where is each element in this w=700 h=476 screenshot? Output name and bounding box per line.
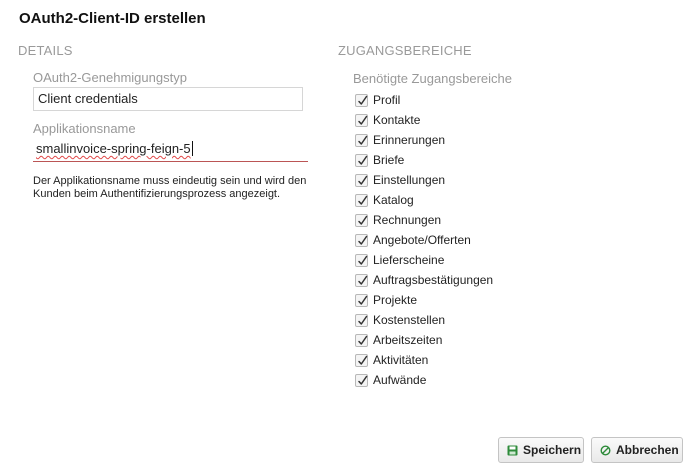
scope-checkbox[interactable] xyxy=(355,93,368,107)
grant-type-field[interactable]: Client credentials xyxy=(33,87,303,111)
checkmark-icon xyxy=(358,315,368,325)
save-button-label: Speichern xyxy=(523,443,582,457)
scope-label: Erinnerungen xyxy=(373,133,446,147)
app-name-input[interactable]: smallinvoice-spring-feign-5 xyxy=(33,138,308,162)
scope-item[interactable]: Lieferscheine xyxy=(355,250,493,270)
checkmark-icon xyxy=(358,355,368,365)
scope-item[interactable]: Kontakte xyxy=(355,110,493,130)
checkmark-icon xyxy=(358,375,368,385)
checkmark-icon xyxy=(358,175,368,185)
scope-checkbox[interactable] xyxy=(355,293,368,307)
scope-item[interactable]: Briefe xyxy=(355,150,493,170)
scope-label: Angebote/Offerten xyxy=(373,233,471,247)
grant-type-value: Client credentials xyxy=(38,91,138,106)
scope-checkbox[interactable] xyxy=(355,233,368,247)
scope-label: Aufwände xyxy=(373,373,427,387)
scope-item[interactable]: Profil xyxy=(355,90,493,110)
dialog-title: OAuth2-Client-ID erstellen xyxy=(19,10,206,27)
scope-item[interactable]: Aktivitäten xyxy=(355,350,493,370)
scope-checkbox[interactable] xyxy=(355,133,368,147)
scope-label: Kontakte xyxy=(373,113,421,127)
scope-item[interactable]: Projekte xyxy=(355,290,493,310)
cancel-icon xyxy=(600,444,611,456)
scope-item[interactable]: Aufwände xyxy=(355,370,493,390)
app-name-help-text: Der Applikationsname muss eindeutig sein… xyxy=(33,175,307,200)
scope-label: Arbeitszeiten xyxy=(373,333,443,347)
app-name-value: smallinvoice-spring-feign-5 xyxy=(36,141,191,156)
checkmark-icon xyxy=(358,195,368,205)
scope-label: Briefe xyxy=(373,153,405,167)
checkmark-icon xyxy=(358,95,368,105)
save-button[interactable]: Speichern xyxy=(498,437,584,463)
scope-label: Auftragsbestätigungen xyxy=(373,273,494,287)
scope-checkbox[interactable] xyxy=(355,173,368,187)
scope-item[interactable]: Erinnerungen xyxy=(355,130,493,150)
scope-item[interactable]: Auftragsbestätigungen xyxy=(355,270,493,290)
checkmark-icon xyxy=(358,255,368,265)
save-icon xyxy=(507,445,518,456)
checkmark-icon xyxy=(358,155,368,165)
checkmark-icon xyxy=(358,135,368,145)
scope-checkbox[interactable] xyxy=(355,213,368,227)
checkmark-icon xyxy=(358,215,368,225)
details-heading: DETAILS xyxy=(18,43,73,58)
cancel-button-label: Abbrechen xyxy=(616,443,679,457)
scope-checkbox[interactable] xyxy=(355,153,368,167)
scope-label: Profil xyxy=(373,93,401,107)
scope-checkbox[interactable] xyxy=(355,313,368,327)
checkmark-icon xyxy=(358,295,368,305)
scope-list: Profil Kontakte Erinnerungen Briefe Einstell… xyxy=(355,90,493,390)
scope-label: Rechnungen xyxy=(373,213,442,227)
scope-label: Katalog xyxy=(373,193,414,207)
scope-item[interactable]: Angebote/Offerten xyxy=(355,230,493,250)
scope-item[interactable]: Katalog xyxy=(355,190,493,210)
scope-checkbox[interactable] xyxy=(355,373,368,387)
required-scopes-label: Benötigte Zugangsbereiche xyxy=(353,71,513,86)
scope-checkbox[interactable] xyxy=(355,193,368,207)
scope-label: Einstellungen xyxy=(373,173,446,187)
scope-checkbox[interactable] xyxy=(355,253,368,267)
scope-item[interactable]: Rechnungen xyxy=(355,210,493,230)
scope-label: Lieferscheine xyxy=(373,253,445,267)
scope-item[interactable]: Einstellungen xyxy=(355,170,493,190)
scope-checkbox[interactable] xyxy=(355,273,368,287)
scope-item[interactable]: Kostenstellen xyxy=(355,310,493,330)
app-name-label: Applikationsname xyxy=(33,121,136,136)
grant-type-label: OAuth2-Genehmigungstyp xyxy=(33,70,187,85)
checkmark-icon xyxy=(358,275,368,285)
checkmark-icon xyxy=(358,235,368,245)
checkmark-icon xyxy=(358,115,368,125)
scope-label: Aktivitäten xyxy=(373,353,429,367)
checkmark-icon xyxy=(358,335,368,345)
scope-label: Kostenstellen xyxy=(373,313,446,327)
cancel-button[interactable]: Abbrechen xyxy=(591,437,683,463)
scope-checkbox[interactable] xyxy=(355,353,368,367)
text-caret xyxy=(191,141,193,156)
scope-label: Projekte xyxy=(373,293,418,307)
scope-checkbox[interactable] xyxy=(355,113,368,127)
scope-item[interactable]: Arbeitszeiten xyxy=(355,330,493,350)
scopes-heading: ZUGANGSBEREICHE xyxy=(338,43,472,58)
scope-checkbox[interactable] xyxy=(355,333,368,347)
